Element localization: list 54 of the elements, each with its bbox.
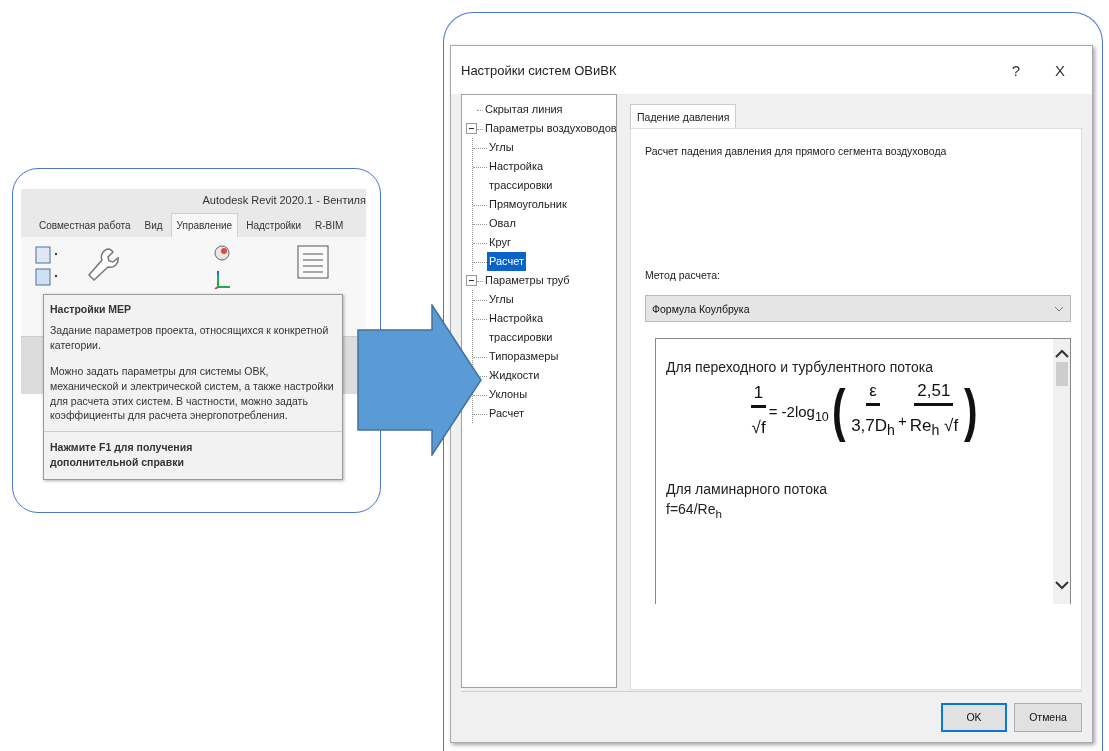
globe-pin-icon[interactable]	[213, 245, 233, 289]
formula-text: 2,51	[914, 381, 954, 407]
method-dropdown[interactable]: Формула Коулбрука	[645, 295, 1071, 322]
formula-heading: Для переходного и турбулентного потока	[666, 359, 934, 375]
tree-item[interactable]: Настройка трассировки	[487, 309, 591, 347]
chevron-up-icon[interactable]	[1054, 349, 1069, 358]
close-button[interactable]: X	[1038, 55, 1082, 85]
method-label: Метод расчета:	[645, 269, 721, 281]
tree-item[interactable]: Углы	[487, 138, 516, 157]
ribbon-tab[interactable]: Совместная работа	[33, 213, 137, 237]
ribbon-tab[interactable]: R-BIM	[309, 213, 350, 237]
help-button[interactable]: ?	[994, 55, 1038, 85]
cancel-button[interactable]: Отмена	[1014, 702, 1082, 732]
tree-item[interactable]: Расчет	[487, 252, 526, 271]
formula-text: f=64/Re$_{h}$	[666, 501, 723, 520]
tooltip-title: Настройки MEP	[49, 302, 133, 317]
tooltip-help-text: Нажмите F1 для получения дополнительной справки	[44, 431, 342, 479]
chevron-down-icon[interactable]	[1054, 581, 1069, 590]
tree-item[interactable]: Жидкости	[487, 366, 542, 385]
dialog-title: Настройки систем ОВиВК	[461, 62, 618, 78]
ribbon-tab[interactable]: Управление	[170, 213, 239, 237]
scroll-thumb[interactable]	[1055, 362, 1068, 386]
ok-button[interactable]: OK	[941, 702, 1007, 732]
chevron-down-icon	[1054, 305, 1064, 312]
tree-item[interactable]: Расчет	[487, 404, 526, 423]
tree-item[interactable]: Типоразмеры	[487, 347, 561, 366]
formula-text: 3,7D$_{h}$	[850, 415, 896, 439]
formula-text: √f	[750, 416, 767, 438]
ribbon-tab[interactable]: Надстройки	[240, 213, 308, 237]
tree-item[interactable]: Скрытая линия	[483, 100, 565, 119]
description-text: Расчет падения давления для прямого сегмента воздуховода	[645, 145, 948, 157]
formula-text: = -2log$_{10}$	[768, 402, 829, 424]
collapse-icon[interactable]	[466, 123, 477, 134]
tree-item[interactable]: Овал	[487, 214, 518, 233]
formula-text: +	[897, 411, 907, 429]
list-icon[interactable]	[297, 245, 329, 279]
tab[interactable]: Падение давления	[630, 104, 737, 128]
formula-text: Re$_{h}$ √f	[908, 415, 960, 439]
scrollbar[interactable]	[1053, 339, 1070, 604]
formula-text: ε	[866, 381, 880, 407]
formula-text: 1	[750, 382, 767, 408]
tree-item[interactable]: Круг	[487, 233, 513, 252]
ribbon-tab[interactable]: Вид	[138, 213, 169, 237]
tree-item[interactable]: Настройка трассировки	[487, 157, 591, 195]
tooltip-text: Задание параметров проекта, относящихся к конкретной категории.	[49, 323, 330, 353]
tooltip-text: Можно задать параметры для системы ОВК, механической и электрической систем, а также настройки для расчета этих систем. В частности, можно задать коэффициенты для расчета энергопотребления.	[49, 364, 335, 424]
tree-item[interactable]: Параметры труб	[483, 271, 572, 290]
tree-item[interactable]: Параметры воздуховодов	[483, 119, 619, 138]
app-title: Autodesk Revit 2020.1 - Вентиля	[21, 189, 366, 211]
tree-item[interactable]: Углы	[487, 290, 516, 309]
formula-heading: Для ламинарного потока	[666, 481, 829, 497]
collapse-icon[interactable]	[466, 275, 477, 286]
tree-item[interactable]: Уклоны	[487, 385, 530, 404]
tree-item[interactable]: Прямоугольник	[487, 195, 569, 214]
